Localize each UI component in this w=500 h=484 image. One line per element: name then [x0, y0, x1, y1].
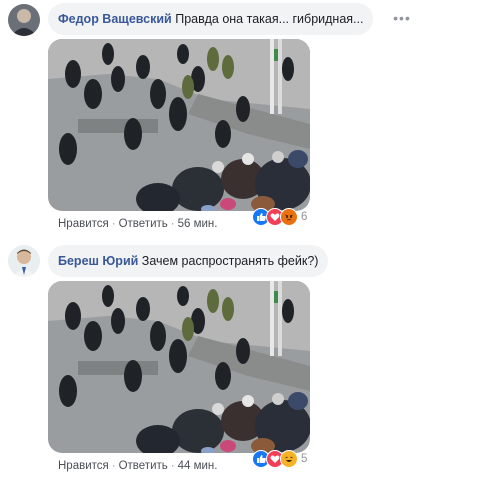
separator: · [111, 218, 116, 230]
reply-link[interactable]: Ответить [119, 460, 168, 472]
reaction-count: 5 [301, 453, 308, 465]
comment-bubble: Береш Юрий Зачем распространять фейк?) [48, 245, 329, 277]
like-link[interactable]: Нравится [58, 460, 109, 472]
separator: · [170, 460, 175, 472]
comment-bubble: Федор Ващевский Правда она такая... гибр… [48, 3, 374, 35]
separator: · [111, 460, 116, 472]
timestamp[interactable]: 44 мин. [178, 460, 218, 472]
comment-photo[interactable] [48, 39, 310, 211]
ellipsis-icon[interactable]: ••• [392, 9, 412, 29]
separator: · [170, 218, 175, 230]
comment-author[interactable]: Федор Ващевский [58, 12, 172, 26]
avatar[interactable] [8, 245, 40, 277]
timestamp[interactable]: 56 мин. [178, 218, 218, 230]
reaction-summary[interactable]: 5 [252, 450, 307, 468]
comment-actions: Нравится · Ответить · 44 мин. [58, 460, 217, 472]
like-link[interactable]: Нравится [58, 218, 109, 230]
comment-photo[interactable] [48, 281, 310, 453]
comment-text: Зачем распространять фейк?) [141, 254, 319, 268]
haha-icon [280, 450, 298, 468]
angry-icon [280, 208, 298, 226]
reply-link[interactable]: Ответить [119, 218, 168, 230]
reaction-summary[interactable]: 6 [252, 208, 307, 226]
reaction-count: 6 [301, 211, 308, 223]
comment-text: Правда она такая... гибридная... [175, 12, 364, 26]
avatar[interactable] [8, 4, 40, 36]
comment-author[interactable]: Береш Юрий [58, 254, 138, 268]
comment-actions: Нравится · Ответить · 56 мин. [58, 218, 217, 230]
